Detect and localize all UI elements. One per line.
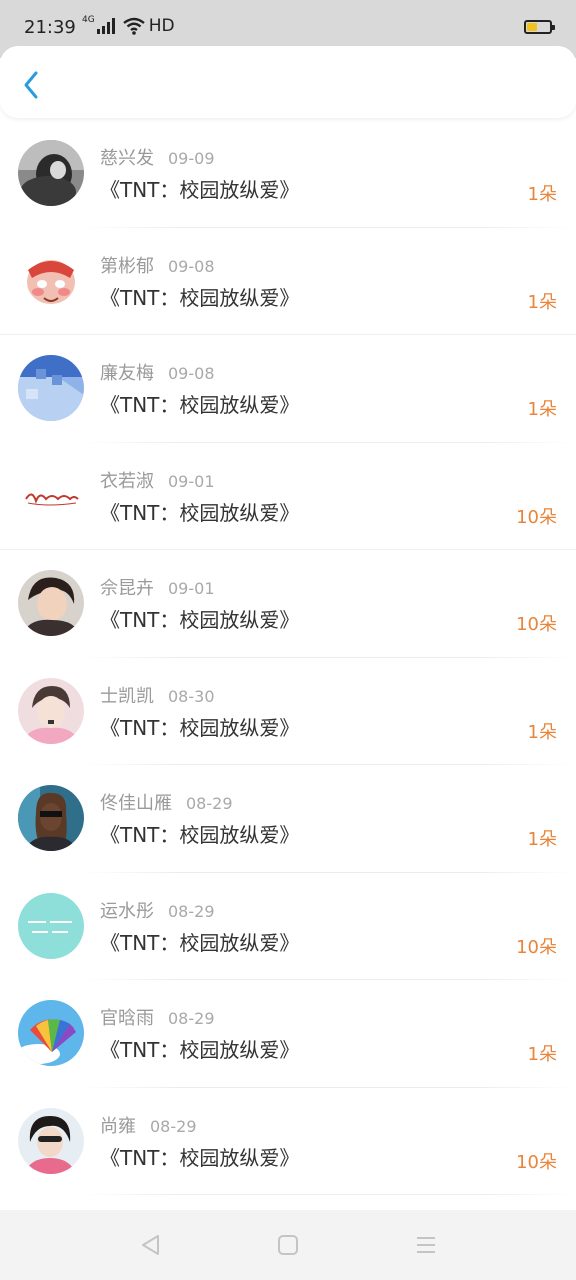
sender-info: 慈兴发 09-09 <box>100 144 215 170</box>
sender-info: 第彬郁 09-08 <box>100 252 215 278</box>
system-nav-bar <box>0 1210 576 1280</box>
gift-amount: 1朵 <box>527 829 557 850</box>
list-item[interactable]: 衣若淑 09-01 《TNT：校园放纵爱》 10朵 <box>0 443 576 550</box>
sender-name: 佟佳山雁 <box>100 793 172 814</box>
sender-info: 官晗雨 08-29 <box>100 1004 215 1030</box>
sender-name: 官晗雨 <box>100 1008 154 1029</box>
sender-info: 尚雍 08-29 <box>100 1112 197 1138</box>
wifi-icon <box>122 17 145 35</box>
list-item[interactable]: 佘昆卉 09-01 《TNT：校园放纵爱》 10朵 <box>0 550 576 658</box>
list-item[interactable]: 廉友梅 09-08 《TNT：校园放纵爱》 1朵 <box>0 335 576 443</box>
sender-info: 运水彤 08-29 <box>100 897 215 923</box>
book-title: 《TNT：校园放纵爱》 <box>100 285 300 310</box>
avatar <box>18 247 84 314</box>
avatar <box>18 785 84 851</box>
header <box>0 46 576 118</box>
gift-amount: 1朵 <box>527 291 557 313</box>
avatar <box>18 677 84 744</box>
book-title: 《TNT：校园放纵爱》 <box>100 500 300 525</box>
send-date: 08-29 <box>168 901 215 921</box>
status-icons: 4G HD <box>82 14 175 36</box>
send-date: 08-29 <box>168 1009 215 1028</box>
sender-name: 尚雍 <box>100 1115 136 1137</box>
divider <box>82 1194 576 1195</box>
send-date: 09-08 <box>168 364 215 383</box>
gift-amount: 1朵 <box>527 399 557 420</box>
send-date: 09-01 <box>168 579 215 598</box>
sender-name: 佘昆卉 <box>100 578 154 599</box>
triangle-back-icon <box>142 1235 159 1255</box>
gift-amount: 1朵 <box>527 721 557 743</box>
list-item[interactable]: 运水彤 08-29 《TNT：校园放纵爱》 10朵 <box>0 873 576 980</box>
send-date: 08-30 <box>168 686 215 706</box>
avatar <box>18 570 84 636</box>
list-item[interactable]: 官晗雨 08-29 《TNT：校园放纵爱》 1朵 <box>0 980 576 1088</box>
gift-amount: 10朵 <box>516 614 557 635</box>
gift-amount: 10朵 <box>516 506 557 528</box>
sender-name: 士凯凯 <box>100 685 154 707</box>
list-item[interactable]: 慈兴发 09-09 《TNT：校园放纵爱》 1朵 <box>0 120 576 228</box>
avatar <box>18 1000 84 1066</box>
sender-info: 佘昆卉 09-01 <box>100 574 215 600</box>
avatar <box>18 140 84 206</box>
list-item[interactable]: 佟佳山雁 08-29 《TNT：校园放纵爱》 1朵 <box>0 765 576 873</box>
hd-label: HD <box>148 16 175 36</box>
sender-info: 廉友梅 09-08 <box>100 359 215 385</box>
sender-info: 佟佳山雁 08-29 <box>100 789 233 815</box>
square-home-icon <box>278 1235 298 1255</box>
book-title: 《TNT：校园放纵爱》 <box>100 393 300 417</box>
list-item[interactable]: 士凯凯 08-30 《TNT：校园放纵爱》 1朵 <box>0 658 576 765</box>
book-title: 《TNT：校园放纵爱》 <box>100 823 300 847</box>
send-date: 08-29 <box>150 1116 197 1136</box>
sender-name: 廉友梅 <box>100 363 154 384</box>
send-date: 09-01 <box>168 471 215 491</box>
book-title: 《TNT：校园放纵爱》 <box>100 608 300 632</box>
sender-info: 士凯凯 08-30 <box>100 682 215 708</box>
sender-name: 衣若淑 <box>100 470 154 492</box>
gift-amount: 1朵 <box>527 1044 557 1065</box>
book-title: 《TNT：校园放纵爱》 <box>100 1145 300 1170</box>
nav-menu-button[interactable] <box>413 1232 439 1258</box>
sender-name: 运水彤 <box>100 900 154 922</box>
avatar <box>18 892 84 959</box>
sender-info: 衣若淑 09-01 <box>100 467 215 493</box>
status-time: 21:39 <box>24 17 76 38</box>
send-date: 09-08 <box>168 256 215 276</box>
sender-name: 慈兴发 <box>100 148 154 169</box>
network-type: 4G <box>82 14 95 25</box>
avatar <box>18 355 84 421</box>
gift-amount: 10朵 <box>516 1151 557 1173</box>
gift-amount: 1朵 <box>527 184 557 205</box>
menu-lines-icon <box>417 1237 435 1253</box>
gift-record-list: 慈兴发 09-09 《TNT：校园放纵爱》 1朵 第彬郁 09-08 《TNT：校园… <box>0 120 576 1195</box>
list-item[interactable]: 尚雍 08-29 《TNT：校园放纵爱》 10朵 <box>0 1088 576 1195</box>
gift-amount: 10朵 <box>516 936 557 958</box>
book-title: 《TNT：校园放纵爱》 <box>100 178 300 202</box>
chevron-left-icon <box>24 71 38 99</box>
send-date: 08-29 <box>186 794 233 813</box>
nav-home-button[interactable] <box>275 1232 301 1258</box>
book-title: 《TNT：校园放纵爱》 <box>100 1038 300 1062</box>
send-date: 09-09 <box>168 149 215 168</box>
avatar <box>18 1107 84 1174</box>
sender-name: 第彬郁 <box>100 255 154 277</box>
back-button[interactable] <box>14 68 48 102</box>
avatar <box>18 462 84 529</box>
nav-back-button[interactable] <box>137 1232 163 1258</box>
signal-icon <box>96 18 117 34</box>
book-title: 《TNT：校园放纵爱》 <box>100 715 300 740</box>
book-title: 《TNT：校园放纵爱》 <box>100 930 300 955</box>
battery-icon <box>524 20 555 34</box>
list-item[interactable]: 第彬郁 09-08 《TNT：校园放纵爱》 1朵 <box>0 228 576 335</box>
